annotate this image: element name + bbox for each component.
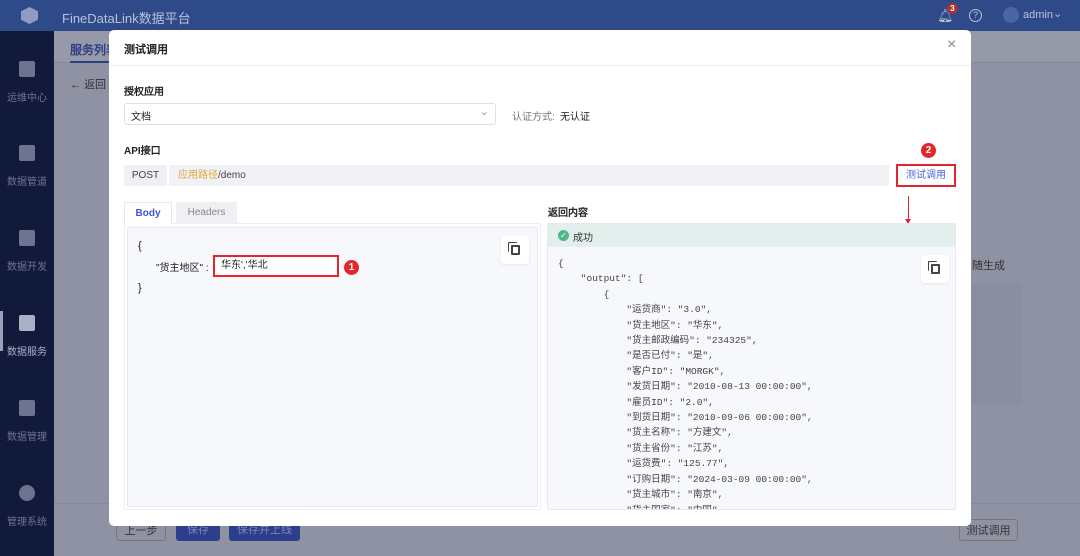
sidebar-item-pipeline[interactable]: 数据管道 (0, 145, 54, 188)
sidebar-item-ops[interactable]: 运维中心 (0, 61, 54, 104)
dialog-title: 测试调用 (124, 44, 168, 56)
check-circle-icon: ✓ (558, 230, 569, 241)
response-line: "雇员ID": "2.0", (558, 396, 714, 408)
pipeline-icon (19, 145, 35, 161)
server-icon (19, 230, 35, 246)
auth-app-label: 授权应用 (124, 87, 164, 98)
api-label: API接口 (124, 146, 161, 157)
response-line: "客户ID": "MORGK", (558, 365, 726, 377)
test-call-button[interactable]: 测试调用 (896, 164, 956, 187)
response-line: "是否已付": "是", (558, 350, 714, 362)
response-line: "货主名称": "方建文", (558, 427, 733, 439)
close-icon[interactable]: × (947, 36, 956, 54)
response-line: { (558, 288, 610, 300)
response-line: "货主城市": "南京", (558, 489, 724, 501)
auth-method-label: 认证方式: (512, 112, 555, 123)
sidebar-item-label: 数据开发 (7, 262, 47, 273)
service-icon (19, 315, 35, 331)
response-line: { (558, 258, 564, 269)
body-value-input[interactable]: 华东','华北 (213, 255, 339, 277)
auth-app-select[interactable]: 文档 ⌄ (124, 103, 496, 125)
copy-icon (930, 264, 940, 274)
sidebar-item-label: 运维中心 (7, 93, 47, 104)
back-link[interactable]: ← 返回 (70, 76, 106, 92)
catalog-icon (19, 400, 35, 416)
response-line: "订购日期": "2024-03-09 00:00:00", (558, 473, 813, 485)
clipboard-check-icon (19, 61, 35, 77)
body-key: "货主地区" : (156, 263, 209, 274)
auth-method-value: 无认证 (560, 112, 590, 123)
response-line: "货主邮政编码": "234325", (558, 335, 758, 347)
help-icon[interactable]: ? (969, 9, 982, 22)
sidebar-item-label: 管理系统 (7, 517, 47, 528)
path-value: /demo (218, 170, 246, 181)
annotation-1: 1 (344, 260, 359, 275)
back-label: 返回 (84, 79, 107, 91)
avatar[interactable] (1003, 7, 1019, 23)
response-line: "运货费": "125.77", (558, 458, 730, 470)
sidebar: 运维中心 数据管道 数据开发 数据服务 数据管理 管理系统 (0, 31, 54, 556)
top-bar: FineDataLink数据平台 🔔︎ 3 ? admin ⌄ (0, 0, 1080, 31)
sidebar-item-label: 数据服务 (7, 347, 47, 358)
response-line: "货主国家": "中国", (558, 504, 724, 510)
gear-icon (19, 485, 35, 501)
tab-headers[interactable]: Headers (176, 202, 237, 223)
response-line: "到货日期": "2010-09-06 00:00:00", (558, 412, 813, 424)
status-text: 成功 (573, 233, 593, 244)
logo-icon (21, 7, 38, 24)
response-line: "运货商": "3.0", (558, 304, 712, 316)
sidebar-item-manage[interactable]: 数据管理 (0, 400, 54, 443)
copy-response-button[interactable] (921, 255, 949, 283)
response-json: { "output": [ { "运货商": "3.0", "货主地区": "华… (558, 256, 813, 510)
response-line: "output": [ (558, 273, 644, 285)
chevron-down-icon[interactable]: ⌄ (1053, 7, 1062, 20)
annotation-2: 2 (921, 143, 936, 158)
body-open-brace: { (138, 240, 142, 252)
generate-dropdown[interactable]: 随生成 (972, 257, 1005, 273)
copy-request-button[interactable] (501, 236, 529, 264)
request-body-editor[interactable]: { "货主地区" : 华东','华北 } (127, 227, 538, 507)
method-badge: POST (124, 165, 167, 186)
path-prefix: 应用路径 (178, 170, 218, 181)
status-bar: ✓ 成功 (548, 224, 955, 247)
sidebar-item-dev[interactable]: 数据开发 (0, 230, 54, 273)
sidebar-item-service[interactable]: 数据服务 (0, 311, 54, 358)
response-line: "发货日期": "2010-08-13 00:00:00", (558, 381, 813, 393)
response-label: 返回内容 (548, 208, 588, 219)
copy-icon (510, 245, 520, 255)
notification-count: 3 (947, 3, 958, 14)
tab-body[interactable]: Body (124, 202, 172, 224)
response-line: "货主省份": "江苏", (558, 442, 724, 454)
body-close-brace: } (138, 282, 142, 294)
sidebar-item-label: 数据管道 (7, 177, 47, 188)
chevron-down-icon: ⌄ (479, 106, 489, 118)
app-title: FineDataLink数据平台 (62, 11, 191, 26)
sidebar-item-label: 数据管理 (7, 432, 47, 443)
response-panel: ✓ 成功 { "output": [ { "运货商": "3.0", "货主地区… (547, 223, 956, 510)
user-name[interactable]: admin (1023, 9, 1053, 21)
auth-app-value: 文档 (131, 112, 151, 123)
sidebar-item-system[interactable]: 管理系统 (0, 485, 54, 528)
test-call-dialog: 测试调用 × 授权应用 文档 ⌄ 认证方式: 无认证 API接口 POST 应用… (109, 30, 971, 526)
body-value: 华东','华北 (221, 260, 268, 271)
api-path-field: 应用路径/demo (169, 165, 889, 186)
response-line: "货主地区": "华东", (558, 319, 724, 331)
